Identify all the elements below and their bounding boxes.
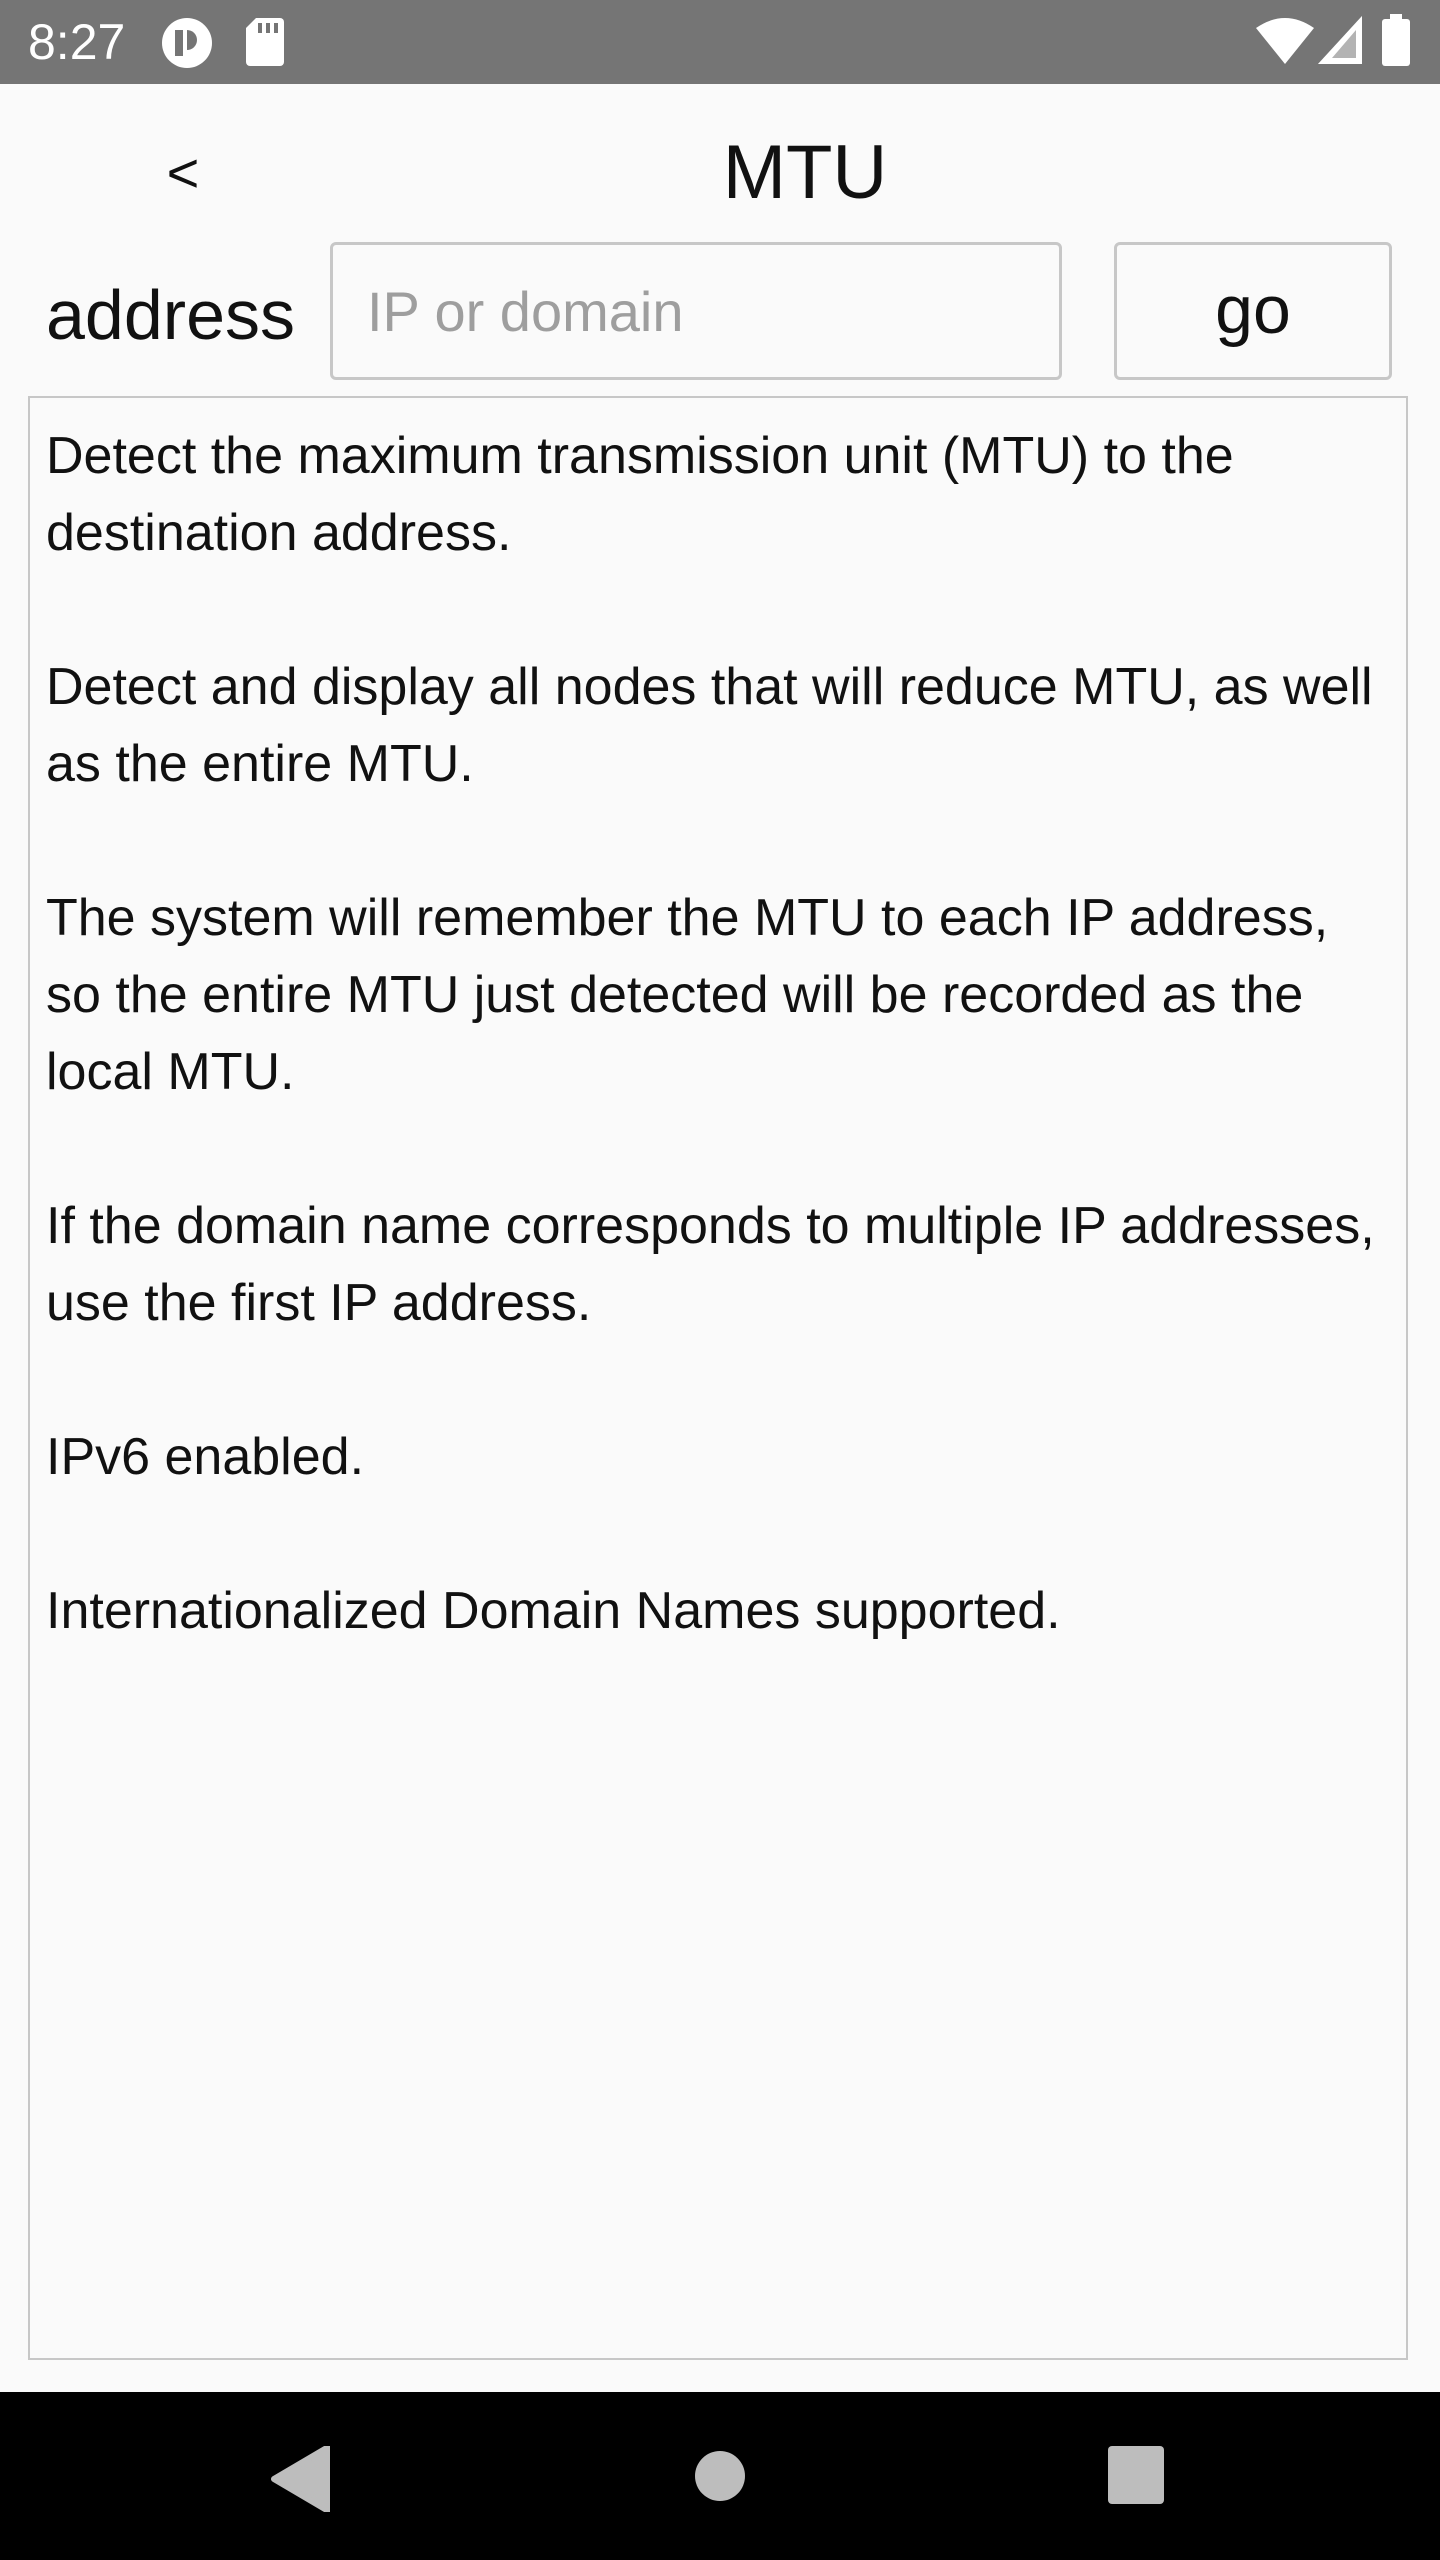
info-paragraph: The system will remember the MTU to each… [46,889,1329,1101]
navigation-bar [0,2392,1440,2560]
address-label: address [46,276,296,354]
info-paragraph: If the domain name corresponds to multip… [46,1197,1375,1332]
info-paragraph: IPv6 enabled. [46,1428,365,1486]
sd-card-icon [246,18,284,66]
battery-icon [1382,14,1410,66]
recents-square-icon[interactable] [1108,2446,1164,2504]
info-panel: Detect the maximum transmission unit (MT… [28,396,1408,2360]
status-time: 8:27 [28,14,126,70]
info-paragraph: Detect and display all nodes that will r… [46,658,1373,793]
info-paragraph: Internationalized Domain Names supported… [46,1582,1061,1640]
info-paragraph: Detect the maximum transmission unit (MT… [46,427,1234,562]
go-button[interactable]: go [1114,242,1392,380]
home-circle-icon[interactable] [694,2450,746,2502]
page-title: MTU [722,130,888,215]
back-triangle-icon[interactable] [270,2446,330,2512]
wifi-icon [1256,18,1314,64]
address-input[interactable] [330,242,1062,380]
status-bar: 8:27 [0,0,1440,84]
app-notification-icon [162,18,212,68]
signal-icon [1318,16,1362,64]
